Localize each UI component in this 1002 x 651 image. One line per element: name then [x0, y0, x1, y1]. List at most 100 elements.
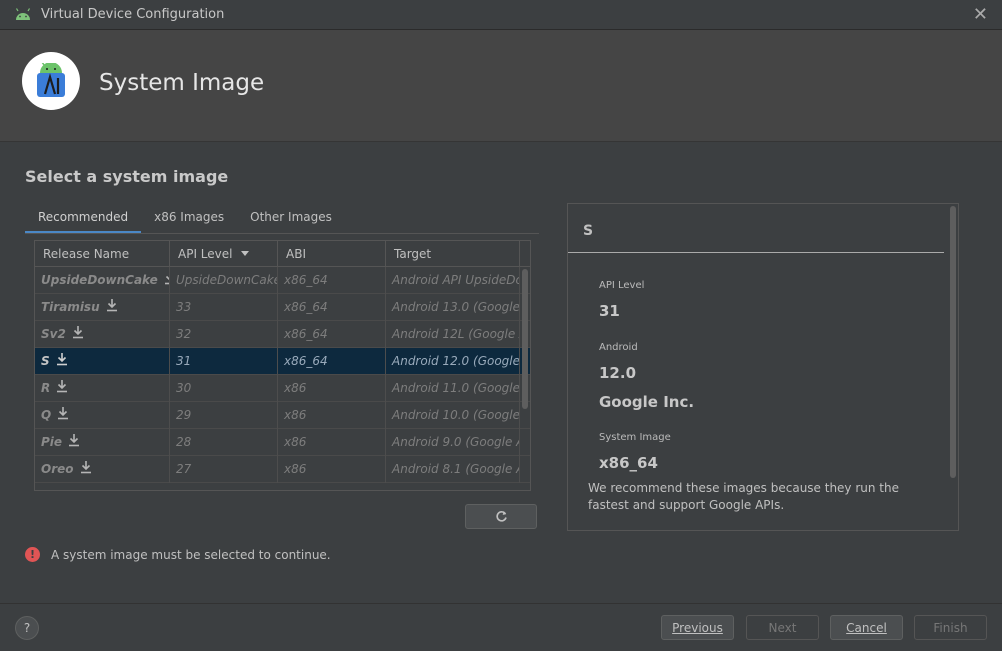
table-row[interactable]: R 30 x86 Android 11.0 (Google A: [35, 375, 530, 402]
close-icon[interactable]: ✕: [973, 6, 988, 24]
section-title: Select a system image: [25, 167, 229, 186]
title-bar: Virtual Device Configuration ✕: [0, 0, 1002, 30]
column-target[interactable]: Target: [386, 241, 520, 267]
release-name: Tiramisu: [41, 300, 100, 314]
target-cell: Android 12L (Google A: [386, 321, 520, 348]
tab-x86-images[interactable]: x86 Images: [141, 206, 237, 234]
table-row[interactable]: S 31 x86_64 Android 12.0 (Google A: [35, 348, 530, 375]
release-name-cell: Pie: [35, 429, 170, 456]
refresh-button[interactable]: [465, 504, 537, 529]
target-cell: Android 12.0 (Google A: [386, 348, 520, 375]
column-release-name[interactable]: Release Name: [35, 241, 170, 267]
abi-cell: x86_64: [278, 348, 386, 375]
api-level-cell: 30: [170, 375, 278, 402]
download-icon[interactable]: [68, 433, 80, 447]
tab-recommended[interactable]: Recommended: [25, 206, 142, 234]
table-row[interactable]: Oreo 27 x86 Android 8.1 (Google AP: [35, 456, 530, 483]
api-level-cell: 28: [170, 429, 278, 456]
window-title: Virtual Device Configuration: [41, 7, 225, 22]
page-header: System Image: [0, 30, 1002, 142]
footer-divider: [0, 603, 1002, 604]
system-image-label: System Image: [599, 432, 671, 443]
cancel-button-label: Cancel: [846, 620, 887, 635]
table-scrollbar[interactable]: [522, 269, 528, 409]
error-icon: !: [25, 547, 40, 562]
details-panel: S API Level 31 Android 12.0 Google Inc. …: [567, 203, 959, 531]
target-cell: Android 10.0 (Google A: [386, 402, 520, 429]
api-level-cell: 31: [170, 348, 278, 375]
release-name: S: [41, 354, 50, 368]
api-level-cell: UpsideDownCake: [170, 267, 278, 294]
download-icon[interactable]: [56, 379, 68, 393]
details-divider: [568, 252, 944, 253]
details-scrollbar[interactable]: [950, 206, 956, 478]
release-name-cell: UpsideDownCake: [35, 267, 170, 294]
release-name-cell: R: [35, 375, 170, 402]
target-cell: Android 13.0 (Google A: [386, 294, 520, 321]
target-cell: Android 9.0 (Google AP: [386, 429, 520, 456]
vendor-value: Google Inc.: [599, 393, 695, 411]
table-row[interactable]: Q 29 x86 Android 10.0 (Google A: [35, 402, 530, 429]
api-level-cell: 29: [170, 402, 278, 429]
api-level-cell: 32: [170, 321, 278, 348]
table-row[interactable]: Pie 28 x86 Android 9.0 (Google AP: [35, 429, 530, 456]
download-icon[interactable]: [80, 460, 92, 474]
release-name: R: [41, 381, 51, 395]
error-text: A system image must be selected to conti…: [51, 547, 331, 562]
release-name-cell: Tiramisu: [35, 294, 170, 321]
system-image-table[interactable]: Release Name API Level ABI Target Upside…: [34, 240, 531, 491]
table-row[interactable]: UpsideDownCake UpsideDownCake x86_64 Androi…: [35, 267, 530, 294]
abi-cell: x86_64: [278, 321, 386, 348]
abi-cell: x86: [278, 375, 386, 402]
column-api-level[interactable]: API Level: [170, 241, 278, 267]
download-icon[interactable]: [72, 325, 84, 339]
api-level-value: 31: [599, 302, 620, 320]
target-cell: Android 8.1 (Google AP: [386, 456, 520, 483]
help-icon[interactable]: ?: [15, 616, 39, 640]
release-name-cell: Sv2: [35, 321, 170, 348]
system-image-value: x86_64: [599, 454, 658, 472]
android-label: Android: [599, 342, 638, 353]
release-name-cell: S: [35, 348, 170, 375]
finish-button-label: Finish: [933, 620, 968, 635]
column-api-level-label: API Level: [178, 247, 233, 261]
recommendation-note: We recommend these images because they r…: [588, 481, 900, 512]
previous-button-label: Previous: [672, 620, 723, 635]
download-icon[interactable]: [56, 352, 68, 366]
release-name: Sv2: [41, 327, 66, 341]
details-title: S: [583, 223, 594, 239]
abi-cell: x86_64: [278, 294, 386, 321]
refresh-icon: [495, 511, 507, 522]
cancel-button[interactable]: Cancel: [830, 615, 903, 640]
table-row[interactable]: Sv2 32 x86_64 Android 12L (Google A: [35, 321, 530, 348]
target-cell: Android API UpsideDow: [386, 267, 520, 294]
release-name: Q: [41, 408, 52, 422]
table-body: UpsideDownCake UpsideDownCake x86_64 Androi…: [35, 267, 530, 483]
table-row[interactable]: Tiramisu 33 x86_64 Android 13.0 (Google A: [35, 294, 530, 321]
release-name: UpsideDownCake: [41, 273, 158, 287]
target-cell: Android 11.0 (Google A: [386, 375, 520, 402]
next-button[interactable]: Next: [746, 615, 819, 640]
sort-down-icon: [241, 251, 250, 256]
android-icon: [15, 7, 31, 20]
abi-cell: x86: [278, 402, 386, 429]
tabs-divider: [25, 233, 539, 234]
previous-button[interactable]: Previous: [661, 615, 734, 640]
abi-cell: x86_64: [278, 267, 386, 294]
api-level-label: API Level: [599, 280, 645, 291]
page-title: System Image: [99, 70, 265, 96]
next-button-label: Next: [768, 620, 797, 635]
tab-other-images[interactable]: Other Images: [237, 206, 345, 234]
finish-button[interactable]: Finish: [914, 615, 987, 640]
android-version-value: 12.0: [599, 364, 637, 382]
download-icon[interactable]: [57, 406, 69, 420]
release-name-cell: Q: [35, 402, 170, 429]
api-level-cell: 27: [170, 456, 278, 483]
abi-cell: x86: [278, 429, 386, 456]
abi-cell: x86: [278, 456, 386, 483]
release-name: Oreo: [41, 462, 74, 476]
table-header: Release Name API Level ABI Target: [35, 241, 530, 267]
release-name-cell: Oreo: [35, 456, 170, 483]
column-abi[interactable]: ABI: [278, 241, 386, 267]
download-icon[interactable]: [106, 298, 118, 312]
